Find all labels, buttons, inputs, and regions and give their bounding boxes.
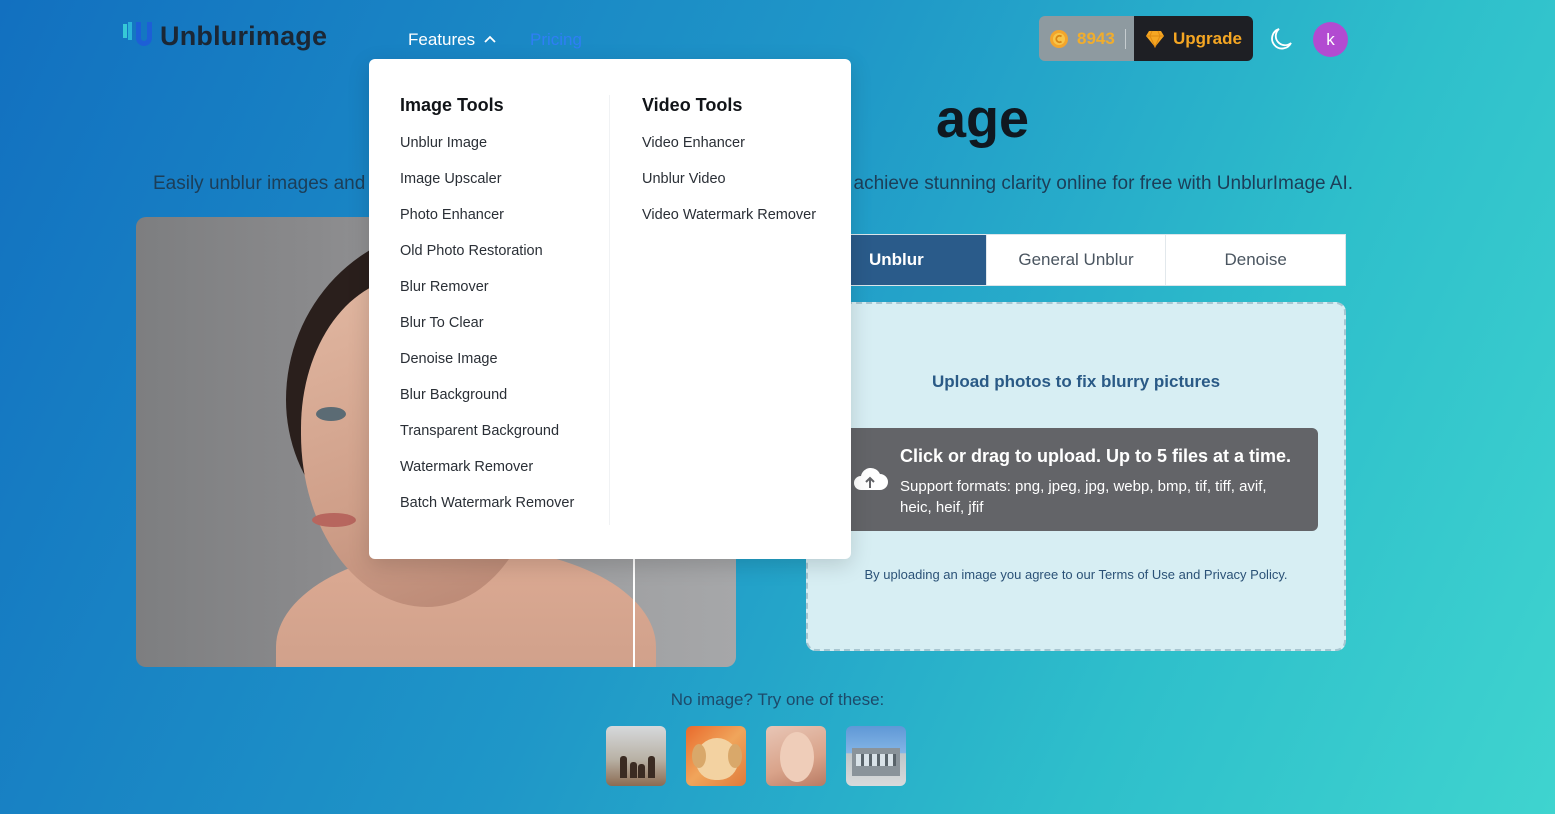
- nav-pricing-link[interactable]: Pricing: [530, 30, 582, 50]
- upload-title: Upload photos to fix blurry pictures: [931, 372, 1221, 391]
- nav-features-menu[interactable]: Features: [408, 30, 497, 50]
- hero-title-visible: age: [935, 89, 1030, 149]
- video-tools-column: Video Tools Video Enhancer Unblur Video …: [642, 95, 816, 242]
- logo[interactable]: Unblurimage: [122, 20, 327, 52]
- sample-puppy[interactable]: [686, 726, 746, 786]
- menu-item-photo-enhancer[interactable]: Photo Enhancer: [400, 206, 574, 242]
- preview-eye: [316, 407, 346, 421]
- samples-label: No image? Try one of these:: [670, 690, 885, 709]
- sample-building[interactable]: [846, 726, 906, 786]
- menu-item-denoise-image[interactable]: Denoise Image: [400, 350, 574, 386]
- menu-item-image-upscaler[interactable]: Image Upscaler: [400, 170, 574, 206]
- sample-figure: [630, 762, 637, 778]
- credits-badge[interactable]: 8943: [1039, 16, 1134, 61]
- upload-dropzone[interactable]: Upload photos to fix blurry pictures Cli…: [806, 302, 1346, 651]
- menu-item-blur-remover[interactable]: Blur Remover: [400, 278, 574, 314]
- tab-general-unblur[interactable]: General Unblur: [987, 235, 1167, 285]
- upload-main-text: Click or drag to upload. Up to 5 files a…: [900, 446, 1292, 466]
- hero-subtitle-left: Easily unblur images and s: [153, 173, 381, 194]
- upgrade-label: Upgrade: [1173, 28, 1242, 48]
- sample-family-beach[interactable]: [606, 726, 666, 786]
- hero-subtitle-right: l achieve stunning clarity online for fr…: [844, 173, 1354, 194]
- cloud-upload-icon: [854, 467, 888, 490]
- diamond-icon: [1146, 30, 1164, 48]
- video-tools-heading: Video Tools: [642, 95, 743, 115]
- sample-woman-face[interactable]: [766, 726, 826, 786]
- preview-lips: [312, 513, 356, 527]
- menu-item-unblur-image[interactable]: Unblur Image: [400, 134, 574, 170]
- menu-item-video-watermark-remover[interactable]: Video Watermark Remover: [642, 206, 816, 242]
- sample-figure: [638, 764, 645, 778]
- credits-value: 8943: [1077, 28, 1115, 48]
- sample-face: [780, 732, 814, 782]
- avatar[interactable]: k: [1313, 22, 1348, 57]
- credits-separator: [1124, 28, 1126, 49]
- menu-item-old-photo-restoration[interactable]: Old Photo Restoration: [400, 242, 574, 278]
- menu-item-batch-watermark-remover[interactable]: Batch Watermark Remover: [400, 494, 574, 530]
- sample-figure: [648, 756, 655, 778]
- tab-denoise[interactable]: Denoise: [1166, 235, 1345, 285]
- upgrade-button[interactable]: Upgrade: [1134, 16, 1253, 61]
- upload-legal-text: By uploading an image you agree to our T…: [864, 567, 1288, 582]
- menu-item-blur-background[interactable]: Blur Background: [400, 386, 574, 422]
- upload-formats-text: Support formats: png, jpeg, jpg, webp, b…: [900, 478, 1267, 516]
- image-tools-heading: Image Tools: [400, 95, 504, 115]
- dropdown-divider: [609, 95, 610, 525]
- sample-images: [606, 726, 906, 786]
- coin-icon: [1050, 29, 1068, 48]
- moon-icon[interactable]: [1270, 27, 1294, 51]
- mode-tabs: Unblur General Unblur Denoise: [806, 234, 1346, 286]
- menu-item-blur-to-clear[interactable]: Blur To Clear: [400, 314, 574, 350]
- menu-item-watermark-remover[interactable]: Watermark Remover: [400, 458, 574, 494]
- sample-puppy-ear: [692, 744, 706, 768]
- menu-item-transparent-background[interactable]: Transparent Background: [400, 422, 574, 458]
- sample-building-windows: [856, 754, 896, 766]
- features-dropdown: Image Tools Unblur Image Image Upscaler …: [369, 59, 851, 559]
- chevron-up-icon: [484, 35, 496, 43]
- menu-item-video-enhancer[interactable]: Video Enhancer: [642, 134, 816, 170]
- menu-item-unblur-video[interactable]: Unblur Video: [642, 170, 816, 206]
- upload-button[interactable]: Click or drag to upload. Up to 5 files a…: [838, 428, 1318, 531]
- logo-text: Unblurimage: [160, 20, 328, 51]
- logo-mark-icon: [123, 22, 152, 46]
- sample-figure: [620, 756, 627, 778]
- sample-puppy-ear: [728, 744, 742, 768]
- nav-features-label: Features: [408, 30, 476, 49]
- image-tools-column: Image Tools Unblur Image Image Upscaler …: [400, 95, 574, 530]
